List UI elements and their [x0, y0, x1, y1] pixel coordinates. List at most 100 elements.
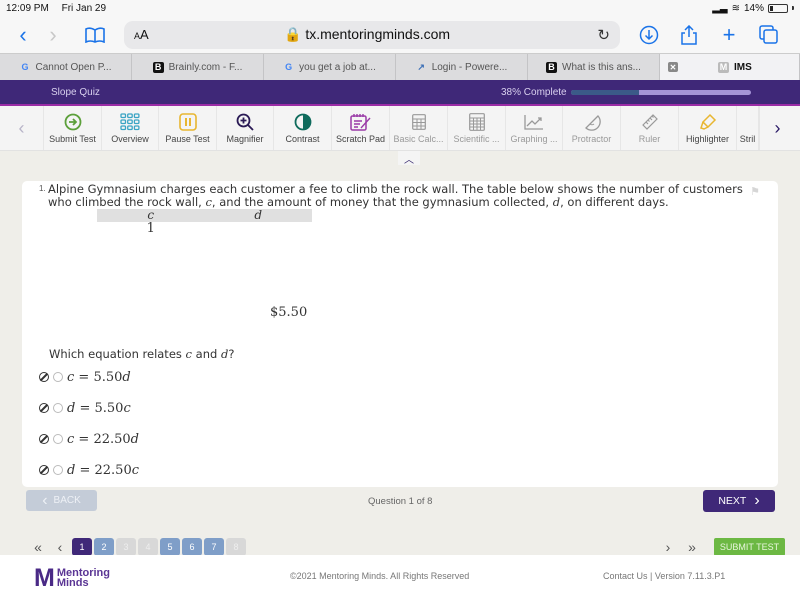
chevron-left-icon: ‹ [42, 491, 48, 509]
browser-tab[interactable]: G Cannot Open P... [0, 54, 132, 80]
column-header-d: d [254, 208, 263, 222]
answer-choice[interactable]: d = 22.50c [39, 462, 139, 478]
mentoring-minds-logo: M Mentoring Minds [34, 564, 110, 592]
table-cell: 1 [146, 221, 155, 236]
progress-fill [570, 89, 639, 95]
address-bar[interactable]: AA 🔒 tx.mentoringminds.com ↻ [124, 20, 620, 49]
collapse-toolbar-icon[interactable]: ︿ [398, 151, 420, 166]
share-icon[interactable] [674, 20, 704, 50]
table-row: 1 [97, 222, 312, 235]
tool-ruler[interactable]: Ruler [621, 106, 679, 150]
tool-magnifier[interactable]: Magnifier [217, 106, 274, 150]
mentoring-minds-icon: M [718, 61, 729, 73]
back-button[interactable]: ‹ BACK [26, 490, 97, 511]
question-number: 1. [39, 184, 46, 193]
bookmarks-icon[interactable] [80, 20, 110, 50]
answer-choice[interactable]: d = 5.50c [39, 400, 131, 416]
browser-tab-active[interactable]: ✕ M IMS [660, 54, 800, 80]
tabs-overview-icon[interactable] [754, 20, 784, 50]
progress-bar [570, 89, 751, 95]
next-button[interactable]: NEXT › [703, 490, 775, 512]
tool-strikethrough[interactable]: Stril [737, 106, 759, 150]
google-icon: G [285, 62, 293, 72]
tool-graphing[interactable]: Graphing ... [506, 106, 563, 150]
question-pager: « ‹ 1 2 3 4 5 6 7 8 [28, 538, 246, 556]
answer-choice[interactable]: c = 22.50d [39, 431, 139, 447]
contact-link[interactable]: Contact Us | Version 7.11.3.P1 [603, 571, 725, 581]
signal-icon: ▂▃ [712, 2, 728, 14]
browser-toolbar: ‹ › AA 🔒 tx.mentoringminds.com ↻ + [0, 16, 800, 53]
page-button[interactable]: 7 [204, 538, 224, 556]
download-icon[interactable] [634, 20, 664, 50]
pause-icon [178, 112, 197, 131]
question-text: Alpine Gymnasium charges each customer a… [48, 182, 743, 209]
close-tab-icon[interactable]: ✕ [668, 62, 678, 72]
table-cell [205, 222, 313, 235]
battery-icon [768, 3, 788, 13]
last-question-icon[interactable]: » [682, 539, 702, 555]
powerschool-icon: ↗ [417, 61, 425, 72]
quiz-header: Slope Quiz 38% Complete [0, 80, 800, 106]
battery-percent: 14% [743, 2, 764, 14]
answer-choice[interactable]: c = 5.50d [39, 369, 131, 385]
overview-grid-icon [120, 112, 140, 131]
eliminate-icon[interactable] [39, 403, 49, 413]
highlighter-icon [699, 113, 717, 131]
url-text[interactable]: 🔒 tx.mentoringminds.com [254, 26, 597, 43]
page-button[interactable]: 6 [182, 538, 202, 556]
progress-label: 38% Complete [501, 86, 567, 98]
chevron-right-icon: › [754, 492, 760, 509]
scratch-pad-icon [349, 113, 372, 131]
page-button[interactable]: 3 [116, 538, 136, 556]
wifi-icon: ≋ [731, 2, 740, 14]
browser-tab[interactable]: B What is this ans... [528, 54, 660, 80]
tool-highlighter[interactable]: Highlighter [679, 106, 737, 150]
eliminate-icon[interactable] [39, 465, 49, 475]
browser-tab[interactable]: ↗ Login - Powere... [396, 54, 528, 80]
tool-submit-test[interactable]: Submit Test [44, 106, 102, 150]
browser-tab[interactable]: B Brainly.com - F... [132, 54, 264, 80]
page-button[interactable]: 8 [226, 538, 246, 556]
text-size-button[interactable]: AA [134, 27, 254, 42]
flag-icon[interactable]: ⚑ [750, 185, 760, 198]
eliminate-icon[interactable] [39, 434, 49, 444]
footer: M Mentoring Minds ©2021 Mentoring Minds. … [0, 555, 800, 600]
eliminate-icon[interactable] [39, 372, 49, 382]
graphing-icon [524, 113, 544, 131]
radio-button[interactable] [53, 434, 63, 444]
brainly-icon: B [152, 61, 164, 73]
status-bar: 12:09 PM Fri Jan 29 ▂▃ ≋ 14% [0, 0, 800, 16]
tool-contrast[interactable]: Contrast [274, 106, 332, 150]
next-question-icon[interactable]: › [658, 539, 678, 555]
radio-button[interactable] [53, 372, 63, 382]
radio-button[interactable] [53, 403, 63, 413]
clock: 12:09 PM [6, 2, 49, 14]
page-button[interactable]: 5 [160, 538, 180, 556]
tool-protractor[interactable]: Protractor [563, 106, 621, 150]
browser-tab[interactable]: Gyou get a job at... [264, 54, 396, 80]
forward-nav-icon[interactable]: › [38, 20, 68, 50]
page-button[interactable]: 1 [72, 538, 92, 556]
pager-right: › » SUBMIT TEST [658, 538, 785, 556]
page-button[interactable]: 2 [94, 538, 114, 556]
toolbar-scroll-left[interactable]: ‹ [0, 106, 44, 150]
submit-icon [64, 113, 82, 131]
magnifier-icon [236, 113, 254, 131]
first-question-icon[interactable]: « [28, 539, 48, 555]
contrast-icon [294, 113, 312, 131]
tool-overview[interactable]: Overview [102, 106, 159, 150]
new-tab-icon[interactable]: + [714, 20, 744, 50]
previous-question-icon[interactable]: ‹ [50, 539, 70, 555]
data-table: c d 1 [97, 209, 312, 235]
toolbar-scroll-right[interactable]: › [759, 106, 795, 150]
basic-calculator-icon [411, 113, 426, 131]
back-nav-icon[interactable]: ‹ [8, 20, 38, 50]
submit-test-button[interactable]: SUBMIT TEST [714, 538, 785, 556]
tool-pause-test[interactable]: Pause Test [159, 106, 217, 150]
tool-basic-calculator[interactable]: Basic Calc... [390, 106, 448, 150]
reload-icon[interactable]: ↻ [597, 26, 610, 44]
tool-scratch-pad[interactable]: Scratch Pad [332, 106, 390, 150]
tool-scientific-calculator[interactable]: Scientific ... [448, 106, 506, 150]
radio-button[interactable] [53, 465, 63, 475]
page-button[interactable]: 4 [138, 538, 158, 556]
